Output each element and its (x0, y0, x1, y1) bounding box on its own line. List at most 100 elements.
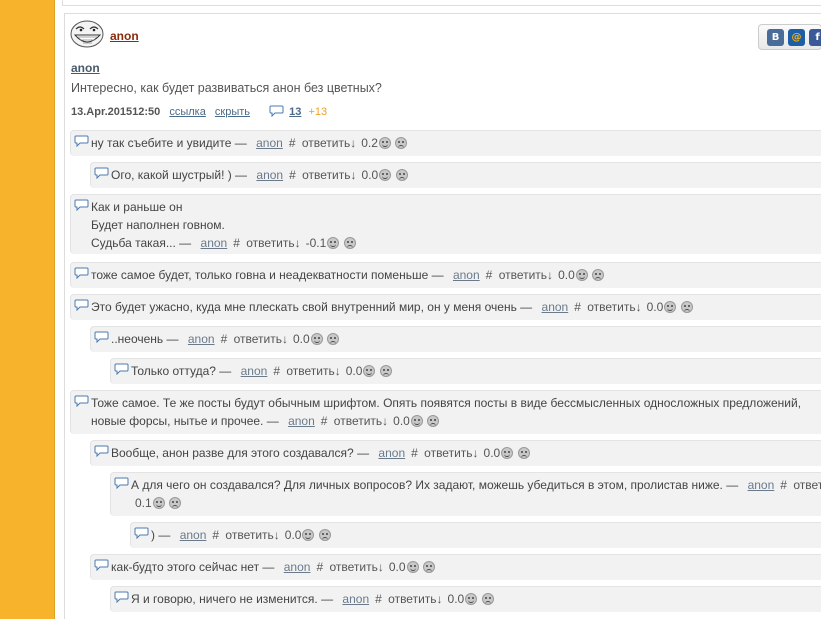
comment-permalink[interactable]: # (780, 478, 787, 492)
downvote-sad-icon[interactable] (343, 237, 356, 249)
comment: Я и говорю, ничего не изменится. — anon #… (110, 586, 821, 612)
comment-author-link[interactable]: anon (342, 592, 369, 606)
downvote-sad-icon[interactable] (327, 333, 340, 345)
comment-score: 0.0 (447, 592, 465, 606)
upvote-smiley-icon[interactable] (363, 365, 376, 377)
comment-text: Будет наполнен говном. (91, 218, 225, 232)
comment-permalink[interactable]: # (221, 332, 228, 346)
comment-score: 0.0 (558, 268, 575, 282)
upvote-smiley-icon[interactable] (378, 137, 391, 149)
post-header: anon В @ f (65, 14, 821, 54)
upvote-smiley-icon[interactable] (152, 497, 165, 509)
comment-text: ..неочень — (111, 332, 179, 346)
reply-link[interactable]: ответить↓ (234, 332, 288, 346)
comment-permalink[interactable]: # (574, 300, 581, 314)
reply-link[interactable]: ответить↓ (302, 168, 356, 182)
downvote-sad-icon[interactable] (680, 301, 693, 313)
comment-author-link[interactable]: anon (748, 478, 775, 492)
upvote-smiley-icon[interactable] (310, 333, 323, 345)
comment-author-link[interactable]: anon (241, 364, 268, 378)
downvote-sad-icon[interactable] (318, 529, 331, 541)
hide-link[interactable]: скрыть (215, 106, 250, 118)
downvote-sad-icon[interactable] (379, 365, 392, 377)
comment-author-link[interactable]: anon (378, 446, 405, 460)
comment-score: 0.0 (388, 560, 406, 574)
reply-link[interactable]: ответить↓ (302, 136, 356, 150)
comment-bubble-icon (74, 135, 89, 147)
facebook-share-icon[interactable]: f (809, 29, 821, 46)
comment-permalink[interactable]: # (289, 136, 296, 150)
comment: Только оттуда? — anon # ответить↓ 0.0 (110, 358, 821, 384)
troll-face-avatar[interactable] (70, 19, 104, 49)
comment-author-link[interactable]: anon (284, 560, 311, 574)
vk-share-icon[interactable]: В (767, 29, 784, 46)
comment-permalink[interactable]: # (486, 268, 493, 282)
comment-author-link[interactable]: anon (256, 168, 283, 182)
upvote-smiley-icon[interactable] (302, 529, 315, 541)
downvote-sad-icon[interactable] (481, 593, 494, 605)
reply-link[interactable]: ответить↓ (793, 478, 821, 492)
comment-permalink[interactable]: # (316, 560, 323, 574)
reply-link[interactable]: ответить↓ (334, 414, 388, 428)
downvote-sad-icon[interactable] (517, 447, 530, 459)
reply-link[interactable]: ответить↓ (388, 592, 442, 606)
comment-count-value[interactable]: 13 (289, 106, 301, 118)
comment-author-link[interactable]: anon (288, 414, 315, 428)
downvote-sad-icon[interactable] (592, 269, 605, 281)
comment-permalink[interactable]: # (289, 168, 296, 182)
comment: Как и раньше он Будет наполнен говном. Суд… (70, 194, 821, 254)
post-meta: 13.Apr.201512:50 ссылка скрыть 13 +13 (71, 105, 327, 118)
comment-bubble-icon (134, 527, 149, 539)
upvote-smiley-icon[interactable] (379, 169, 392, 181)
post-author-link[interactable]: anon (110, 29, 139, 43)
comment-permalink[interactable]: # (321, 414, 328, 428)
downvote-sad-icon[interactable] (395, 169, 408, 181)
comment-author-link[interactable]: anon (201, 236, 228, 250)
comment-author-link[interactable]: anon (188, 332, 215, 346)
downvote-sad-icon[interactable] (169, 497, 182, 509)
comment-score: 0.0 (393, 414, 410, 428)
comment-bubble-icon (114, 477, 129, 489)
upvote-smiley-icon[interactable] (406, 561, 419, 573)
comment-permalink[interactable]: # (212, 528, 219, 542)
comment-bubble-icon (94, 445, 109, 457)
comment-score: 0.0 (345, 364, 363, 378)
comment-author-link[interactable]: anon (180, 528, 207, 542)
downvote-sad-icon[interactable] (395, 137, 408, 149)
reply-link[interactable]: ответить↓ (286, 364, 340, 378)
comment-author-link[interactable]: anon (256, 136, 283, 150)
comment-bubble-icon (269, 105, 284, 118)
reply-link[interactable]: ответить↓ (424, 446, 478, 460)
upvote-smiley-icon[interactable] (465, 593, 478, 605)
comment-permalink[interactable]: # (411, 446, 418, 460)
op-author-link[interactable]: anon (71, 61, 100, 75)
comment-score: 0.0 (284, 528, 302, 542)
permalink-link[interactable]: ссылка (169, 106, 206, 118)
comment-author-link[interactable]: anon (542, 300, 569, 314)
upvote-smiley-icon[interactable] (575, 269, 588, 281)
comment-permalink[interactable]: # (233, 236, 240, 250)
previous-post-frame (62, 0, 821, 6)
reply-link[interactable]: ответить↓ (329, 560, 383, 574)
comment-text: новые форсы, нытье и прочее. — (91, 414, 279, 428)
comment-text: как-будто этого сейчас нет — (111, 560, 275, 574)
upvote-smiley-icon[interactable] (501, 447, 514, 459)
reply-link[interactable]: ответить↓ (499, 268, 553, 282)
downvote-sad-icon[interactable] (427, 415, 440, 427)
comment-permalink[interactable]: # (273, 364, 280, 378)
reply-link[interactable]: ответить↓ (246, 236, 300, 250)
comment-text: Тоже самое. Те же посты будут обычным шр… (91, 396, 802, 410)
comment-permalink[interactable]: # (375, 592, 382, 606)
comment-count[interactable]: 13 +13 (269, 105, 327, 118)
comment-text: Судьба такая... — (91, 236, 192, 250)
upvote-smiley-icon[interactable] (327, 237, 340, 249)
reply-link[interactable]: ответить↓ (225, 528, 279, 542)
downvote-sad-icon[interactable] (422, 561, 435, 573)
upvote-smiley-icon[interactable] (664, 301, 677, 313)
mail-share-icon[interactable]: @ (788, 29, 805, 46)
share-buttons: В @ f (758, 24, 821, 50)
upvote-smiley-icon[interactable] (410, 415, 423, 427)
comment-author-link[interactable]: anon (453, 268, 480, 282)
comment-bubble-icon (94, 559, 109, 571)
reply-link[interactable]: ответить↓ (587, 300, 641, 314)
